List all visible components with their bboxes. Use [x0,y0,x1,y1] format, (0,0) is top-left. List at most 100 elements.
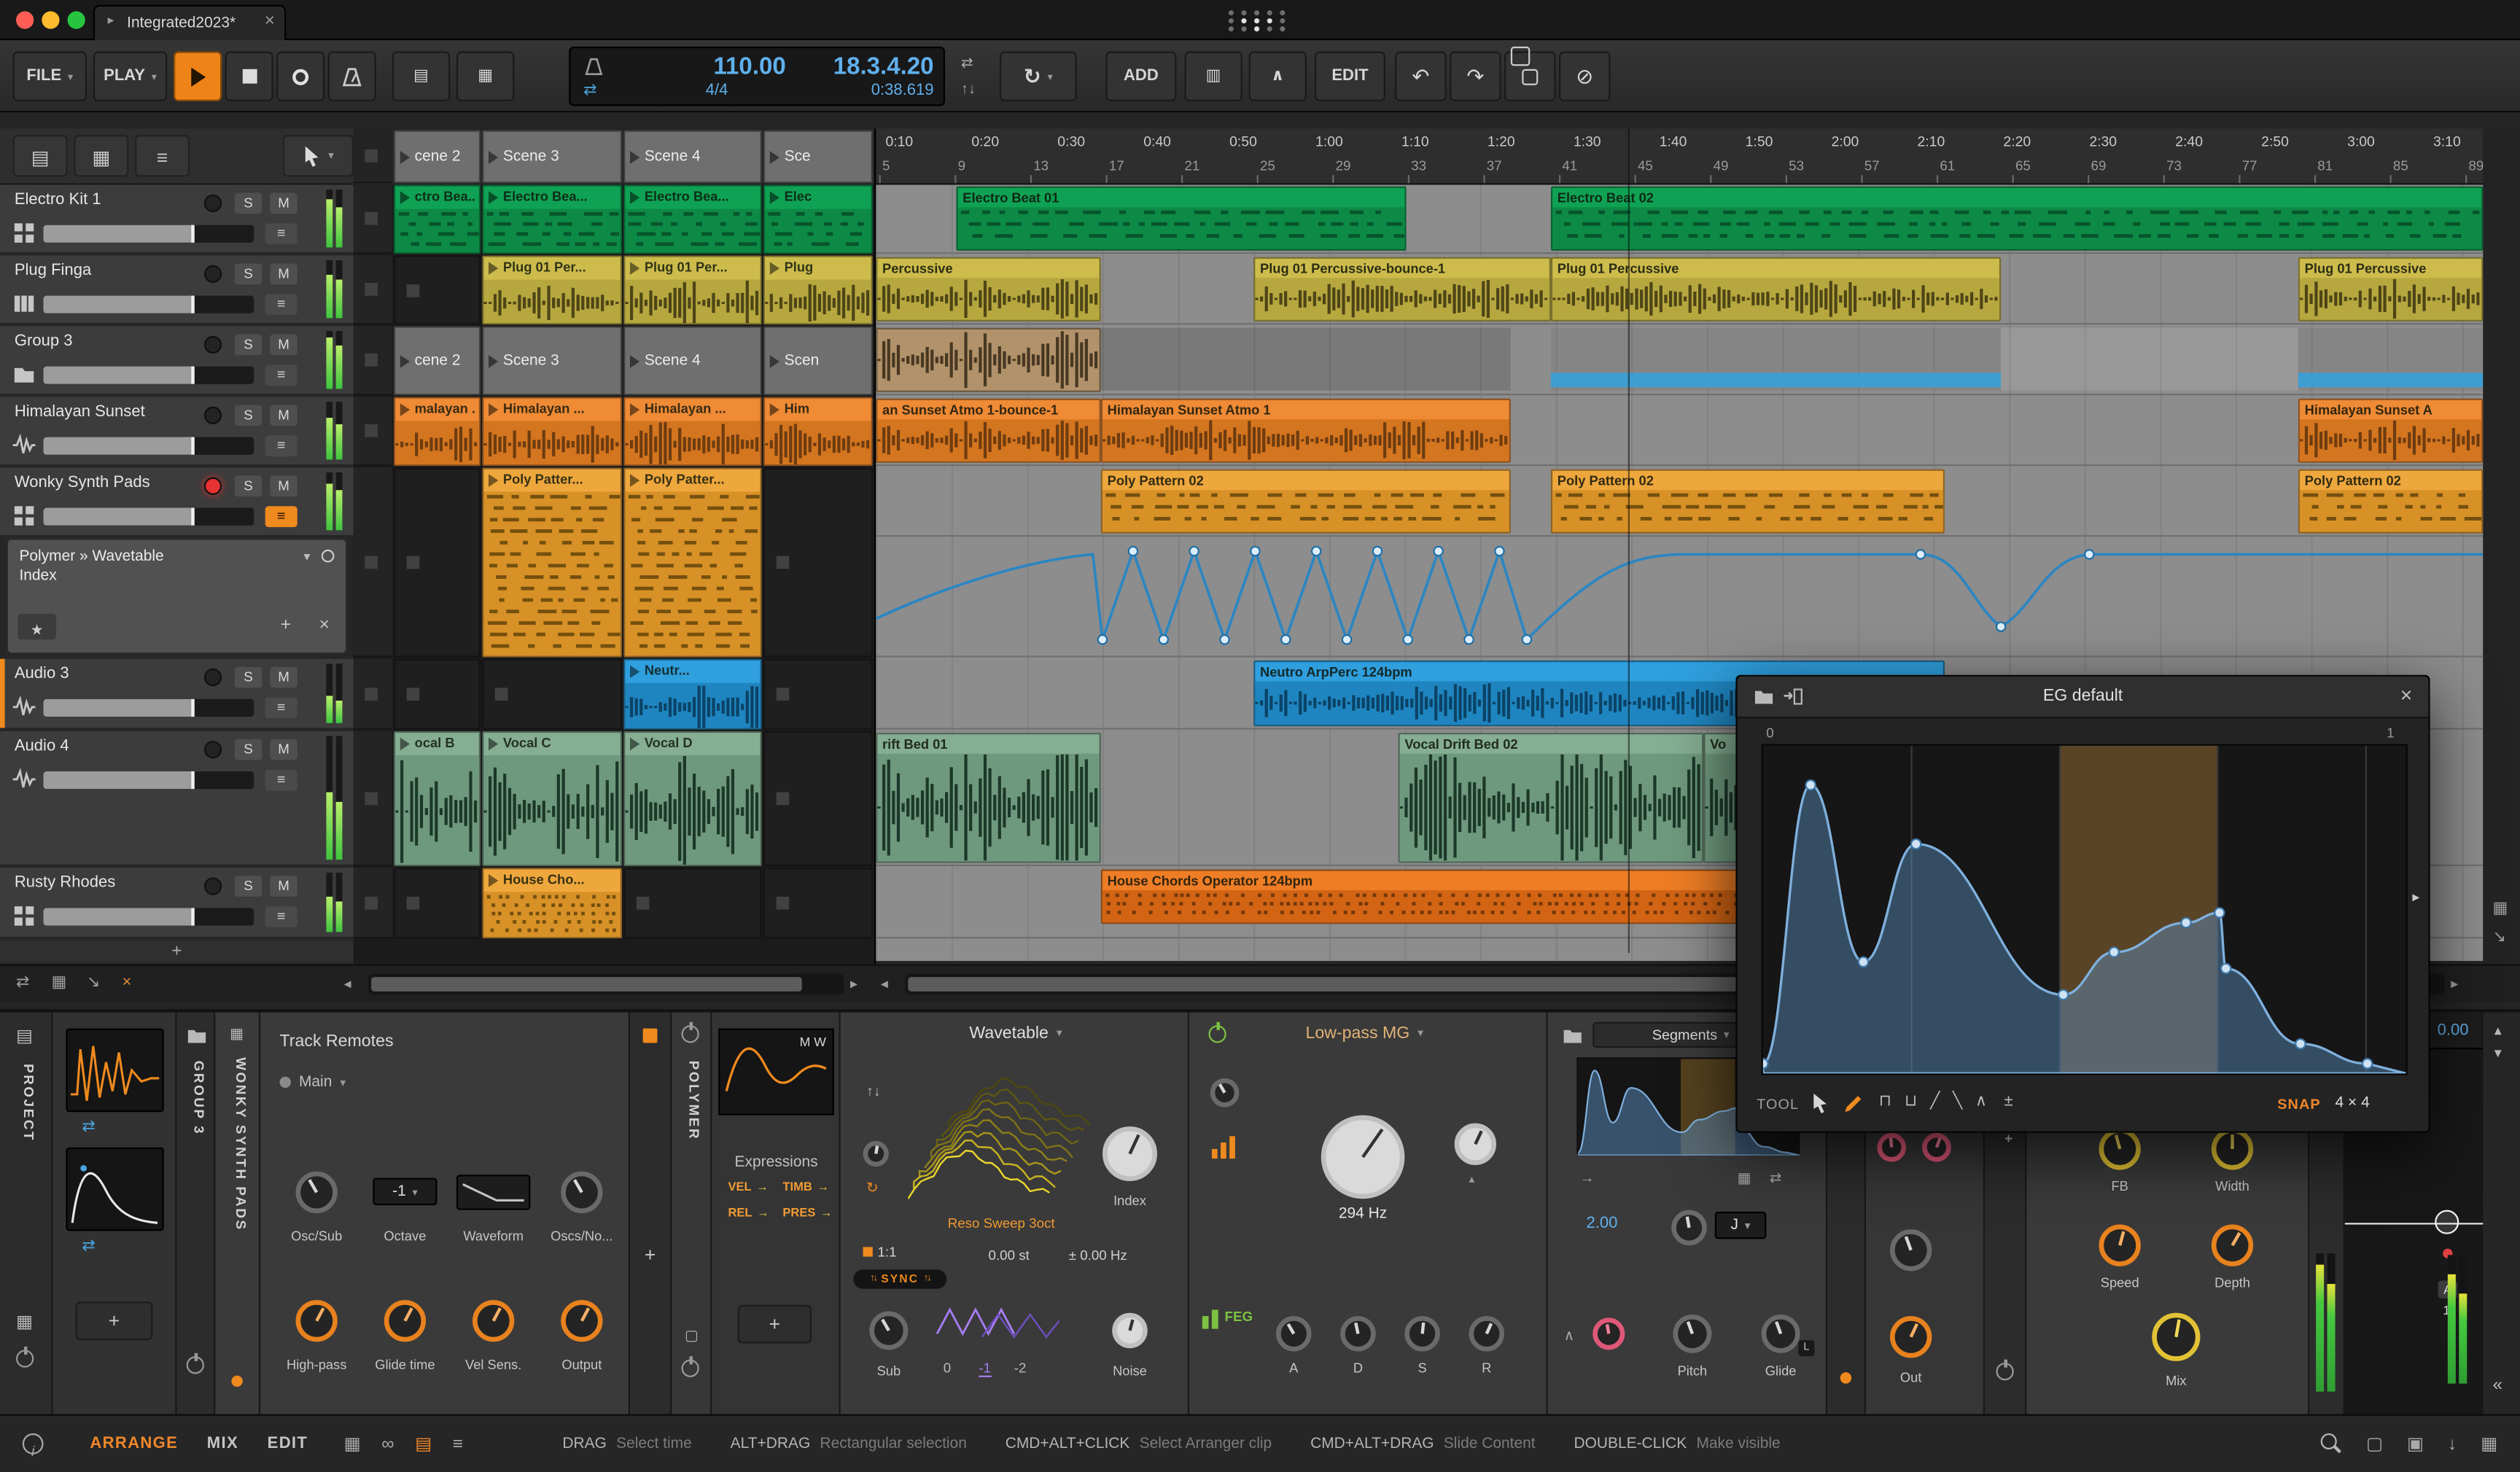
arranger-clip-himalayan-sunset-atmo-1[interactable]: Himalayan Sunset Atmo 1 [1100,398,1511,463]
arranger-clip-an-sunset-atmo-1-bounce-1[interactable]: an Sunset Atmo 1-bounce-1 [876,398,1101,463]
launcher-clip-scene-4[interactable]: Scene 4 [623,326,762,396]
solo-button[interactable]: S [234,192,262,214]
solo-button[interactable]: S [234,739,262,760]
add-modulator-button[interactable]: + [75,1301,153,1341]
record-arm-button[interactable] [203,877,222,895]
launcher-clip-vocal-c[interactable]: Vocal C [482,731,622,867]
caret-down-icon[interactable]: ▾ [413,1185,418,1198]
metronome-icon[interactable] [583,56,604,77]
mixer-icon[interactable]: ≡ [453,1434,463,1453]
semitone-value[interactable]: 0.00 st [989,1247,1030,1263]
delete-button[interactable]: ⊘ [1558,51,1611,101]
sub-octave-display[interactable] [934,1301,1066,1347]
arranger-clip-poly-pattern-02[interactable]: Poly Pattern 02 [1550,469,1945,534]
stop-all-clips-button[interactable] [353,130,392,184]
power-icon[interactable] [186,1352,204,1374]
arranger-clip-poly-pattern-02[interactable]: Poly Pattern 02 [1100,469,1511,534]
remove-device-button[interactable]: × [319,615,330,634]
track-rail-label[interactable]: WONKY SYNTH PADS [228,1057,249,1231]
clip-play-icon[interactable] [630,474,640,487]
info-icon[interactable]: i [22,1433,44,1459]
launcher-clip-plug[interactable]: Plug [763,255,873,325]
scene-play-icon[interactable] [400,150,411,163]
launcher-clip-ctro-bea[interactable]: ctro Bea... [394,184,481,254]
launcher-clip-himalayan[interactable]: Himalayan ... [482,397,622,467]
pencil-tool-icon[interactable] [1843,1093,1864,1114]
filter-mode-selector[interactable]: Low-pass MG ▾ [1244,1024,1485,1043]
link-icon[interactable]: ∞ [381,1434,394,1453]
record-arm-button[interactable] [203,668,222,687]
solo-button[interactable]: S [234,666,262,688]
punch-in-icon[interactable]: ⇄ [961,55,973,72]
arranger-clip-electro-beat-02[interactable]: Electro Beat 02 [1550,186,2484,251]
arranger-clip-clip[interactable] [876,327,1101,392]
macos-zoom-button[interactable] [67,11,85,29]
view-tab-arrange[interactable]: ARRANGE [90,1435,178,1452]
wavetable-preset-name[interactable]: Reso Sweep 3oct [889,1215,1114,1231]
clip-play-icon[interactable] [400,191,411,204]
scene-header-scene-3[interactable]: Scene 3 [482,130,622,184]
keytrack-ratio[interactable]: 1:1 [863,1244,897,1260]
group-rail-label[interactable]: GROUP 3 [187,1061,207,1136]
clip-play-icon[interactable] [489,737,499,751]
sync-toggle[interactable]: ↑↓ SYNC ↑↓ [853,1269,947,1289]
mute-button[interactable]: M [270,334,298,356]
project-panel-rail[interactable]: ▤ PROJECT ▦ [0,1012,53,1418]
empty-clip-slot[interactable] [394,255,481,325]
automation-curve[interactable] [876,538,2484,657]
grid-icon[interactable]: ▦ [1738,1170,1751,1188]
mute-button[interactable]: M [270,475,298,497]
clip-play-icon[interactable] [489,474,499,487]
tap-tempo-icon[interactable]: ⇄ [583,82,596,99]
close-panel-icon[interactable]: × [122,974,132,992]
solo-button[interactable]: S [234,876,262,897]
volume-slider[interactable] [43,295,254,314]
volume-slider[interactable] [43,225,254,243]
track-menu-button[interactable]: ≡ [265,223,298,245]
filter-power-button[interactable] [1208,1021,1226,1043]
solo-button[interactable]: S [234,405,262,427]
output-knob[interactable] [561,1300,603,1342]
arranger-clip-vocal-drift-bed-02[interactable]: Vocal Drift Bed 02 [1398,733,1704,863]
mod-2-knob[interactable] [1922,1132,1951,1162]
launcher-clip-poly-patter[interactable]: Poly Patter... [482,467,622,658]
swap-view-icon[interactable]: ⇄ [16,974,29,992]
song-position[interactable]: 18.3.4.20 [796,53,934,80]
caret-down-icon[interactable]: ▾ [304,550,311,564]
stop-clips-button[interactable] [353,731,392,867]
speed-knob[interactable] [2099,1224,2141,1266]
index-knob[interactable] [1102,1126,1157,1182]
window-titlebar[interactable]: EG default × [1737,676,2429,719]
pres-expression-source[interactable]: PRES → [782,1205,832,1220]
empty-clip-slot[interactable] [482,658,622,730]
add-device-button[interactable]: + [645,1244,656,1266]
clip-play-icon[interactable] [489,874,499,887]
sub-octave-0[interactable]: 0 [944,1360,951,1376]
mute-button[interactable]: M [270,192,298,214]
launcher-scrollbar-track[interactable] [368,973,844,995]
track-menu-button[interactable]: ≡ [265,769,298,791]
sub-knob[interactable] [869,1311,909,1350]
up-icon[interactable]: ▴ [2494,1022,2502,1040]
volume-slider[interactable] [43,366,254,384]
close-icon[interactable]: × [2400,683,2413,707]
fine-tune-value[interactable]: ± 0.00 Hz [1069,1247,1127,1263]
launcher-clip-elec[interactable]: Elec [763,184,873,254]
s-envelope-knob[interactable] [1404,1316,1440,1352]
track-menu-button[interactable]: ≡ [265,697,298,719]
launcher-clip-poly-patter[interactable]: Poly Patter... [623,467,762,658]
arranger-scrollbar-left-arrow[interactable]: ◂ [881,976,888,993]
remote-page-icon[interactable]: ▢ [685,1328,699,1345]
time-signature[interactable]: 4/4 [648,82,786,99]
waveform-selector[interactable] [456,1175,531,1210]
edit-menu-button[interactable]: EDIT [1314,51,1385,101]
step-shape-icon[interactable]: ⊓ [1879,1093,1891,1110]
phase-loop-icon[interactable]: ↻ [866,1180,879,1197]
clip-play-icon[interactable] [630,262,640,275]
remotes-page-selector[interactable]: Main ▾ [279,1073,346,1091]
clip-play-icon[interactable] [769,191,779,204]
expand-icon[interactable] [681,1356,699,1377]
rel-expression-source[interactable]: REL → [728,1205,769,1220]
launcher-clip-neutr[interactable]: Neutr... [623,658,762,730]
launcher-clip-himalayan[interactable]: Himalayan ... [623,397,762,467]
